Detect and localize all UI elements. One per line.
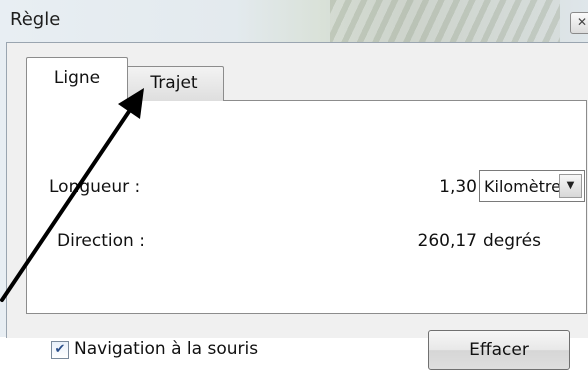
- tab-ligne[interactable]: Ligne: [26, 57, 128, 102]
- dialog-client-area: Ligne Trajet Longueur : 1,30 Kilomètres …: [6, 42, 588, 370]
- window-title: Règle: [10, 9, 61, 30]
- direction-value: 260,17: [417, 231, 477, 251]
- checkmark-icon: ✔: [54, 342, 66, 357]
- tab-panel: [26, 100, 587, 314]
- clear-button[interactable]: Effacer: [428, 330, 570, 370]
- ruler-window: Règle ✕ Ligne Trajet Longueur : 1,30 Kil…: [0, 0, 588, 370]
- mouse-navigation-label[interactable]: Navigation à la souris: [74, 339, 258, 359]
- unit-select[interactable]: Kilomètres ▼: [479, 170, 585, 202]
- close-button[interactable]: ✕: [570, 12, 588, 34]
- length-value: 1,30: [439, 177, 477, 197]
- length-label: Longueur :: [49, 177, 141, 197]
- chevron-down-icon[interactable]: ▼: [559, 174, 582, 198]
- mouse-navigation-checkbox[interactable]: ✔: [51, 341, 69, 359]
- map-background-strip: [330, 0, 560, 42]
- tab-trajet[interactable]: Trajet: [124, 66, 224, 101]
- unit-select-value: Kilomètres: [484, 177, 570, 196]
- direction-label: Direction :: [57, 231, 145, 251]
- direction-unit: degrés: [483, 231, 541, 251]
- close-icon: ✕: [576, 15, 588, 29]
